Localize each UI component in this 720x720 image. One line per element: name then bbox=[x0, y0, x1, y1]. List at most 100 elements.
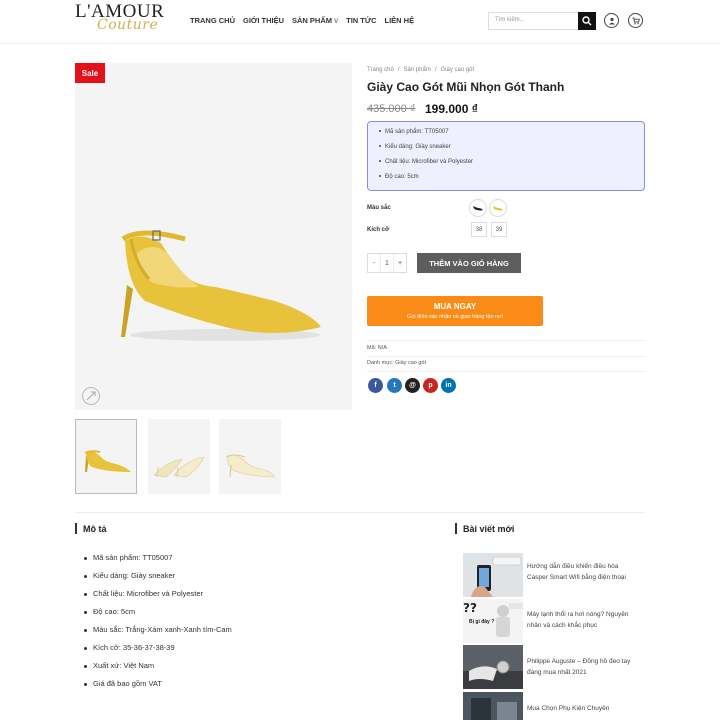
post-thumbnail-2[interactable]: ?? Bị gì đây ? bbox=[463, 599, 523, 643]
phone-aircon-image bbox=[463, 553, 523, 597]
cream-heel-thumb bbox=[153, 456, 205, 478]
product-category: Danh mục: Giày cao gót bbox=[367, 360, 427, 366]
chevron-down-icon: v bbox=[334, 19, 339, 25]
facebook-icon: f bbox=[374, 382, 377, 389]
share-email-button[interactable]: @ bbox=[405, 378, 420, 393]
spec-item: Mã sản phẩm: TT05007 bbox=[379, 129, 449, 135]
user-icon bbox=[608, 17, 615, 24]
product-thumbnail-2[interactable] bbox=[148, 419, 210, 494]
site-logo[interactable]: L'AMOUR Couture bbox=[75, 0, 175, 40]
linkedin-icon: in bbox=[445, 382, 452, 389]
nav-item-contact[interactable]: LIÊN HỆ bbox=[385, 16, 415, 25]
description-title: Mô tả bbox=[83, 524, 107, 534]
color-swatch-yellow[interactable] bbox=[489, 199, 507, 217]
share-twitter-button[interactable]: t bbox=[387, 378, 402, 393]
size-label: Kích cỡ bbox=[367, 227, 390, 233]
description-item: Giá đã bao gồm VAT bbox=[93, 679, 162, 688]
product-thumbnail-1[interactable] bbox=[75, 419, 137, 494]
yellow-heel-image bbox=[121, 230, 321, 341]
twitter-icon: t bbox=[393, 382, 396, 389]
yellow-heel-thumb bbox=[84, 450, 131, 472]
quantity-plus-button[interactable]: + bbox=[394, 254, 406, 272]
breadcrumb: Trang chủ / Sản phẩm / Giày cao gót bbox=[367, 67, 474, 73]
product-title: Giày Cao Gót Mũi Nhọn Gót Thanh bbox=[367, 80, 565, 94]
spec-item: Chất liệu: Microfiber và Polyester bbox=[379, 159, 473, 165]
product-main-image[interactable] bbox=[75, 63, 352, 410]
post-title-4[interactable]: Mua Chọn Phụ Kiện Chuyên bbox=[527, 703, 639, 714]
search-button[interactable] bbox=[578, 12, 596, 30]
color-swatch-black[interactable] bbox=[469, 199, 487, 217]
post-title-1[interactable]: Hướng dẫn điều khiển điều hòa Casper Sma… bbox=[527, 561, 639, 583]
product-sku: Mã: N/A bbox=[367, 345, 387, 351]
bullet bbox=[84, 575, 87, 578]
breadcrumb-home[interactable]: Trang chủ bbox=[367, 67, 394, 73]
breadcrumb-separator: / bbox=[397, 67, 400, 73]
search-icon bbox=[582, 16, 592, 26]
breadcrumb-separator: / bbox=[434, 67, 437, 73]
watch-image bbox=[463, 645, 523, 689]
divider bbox=[367, 340, 645, 341]
color-label: Màu sắc bbox=[367, 205, 391, 211]
breadcrumb-products[interactable]: Sản phẩm bbox=[403, 67, 430, 73]
product-spec-box: Mã sản phẩm: TT05007 Kiểu dáng: Giày sne… bbox=[367, 121, 645, 191]
product-thumbnail-3[interactable] bbox=[219, 419, 281, 494]
nav-item-about[interactable]: GIỚI THIỆU bbox=[243, 16, 284, 25]
cart-button[interactable] bbox=[628, 13, 643, 28]
quantity-minus-button[interactable]: - bbox=[368, 254, 380, 272]
description-item: Độ cao: 5cm bbox=[93, 607, 136, 616]
nav-item-home[interactable]: TRANG CHỦ bbox=[190, 16, 235, 25]
price-old: 435.000 ₫ bbox=[367, 103, 416, 115]
section-title-bar bbox=[75, 523, 77, 534]
description-item: Xuất xứ: Việt Nam bbox=[93, 661, 155, 670]
section-title-bar bbox=[455, 523, 457, 534]
yellow-shoe-swatch-icon bbox=[493, 206, 503, 211]
nav-item-news[interactable]: TIN TỨC bbox=[346, 16, 376, 25]
description-item: Mã sản phẩm: TT05007 bbox=[93, 553, 173, 562]
spec-item: Độ cao: 5cm bbox=[379, 174, 419, 180]
size-option-38[interactable]: 38 bbox=[471, 222, 487, 237]
sale-badge: Sale bbox=[75, 63, 105, 83]
cart-icon bbox=[632, 17, 640, 24]
pinterest-icon: p bbox=[428, 382, 433, 389]
logo-script-text: Couture bbox=[97, 17, 159, 33]
description-item: Kiểu dáng: Giày sneaker bbox=[93, 571, 176, 580]
breadcrumb-category[interactable]: Giày cao gót bbox=[441, 67, 475, 73]
post-title-3[interactable]: Philippe Auguste – Đồng hồ đeo tay đáng … bbox=[527, 656, 639, 678]
share-facebook-button[interactable]: f bbox=[368, 378, 383, 393]
description-item: Chất liệu: Microfiber và Polyester bbox=[93, 589, 204, 598]
bullet bbox=[84, 629, 87, 632]
description-item: Màu sắc: Trắng-Xám xanh-Xanh tím-Cam bbox=[93, 625, 232, 634]
post-thumbnail-3[interactable] bbox=[463, 645, 523, 689]
post-thumbnail-1[interactable] bbox=[463, 553, 523, 597]
site-header: L'AMOUR Couture TRANG CHỦ GIỚI THIỆU SẢN… bbox=[0, 0, 720, 44]
recent-posts-title: Bài viết mới bbox=[463, 524, 515, 534]
size-option-39[interactable]: 39 bbox=[491, 222, 507, 237]
bullet bbox=[84, 593, 87, 596]
price-new: 199.000 ₫ bbox=[425, 102, 478, 116]
post-title-2[interactable]: Máy lạnh thổi ra hơi nóng? Nguyên nhân v… bbox=[527, 609, 639, 631]
bullet bbox=[84, 611, 87, 614]
quantity-input[interactable]: 1 bbox=[380, 254, 394, 272]
bullet bbox=[84, 665, 87, 668]
buy-now-sublabel: Gọi điện xác nhận và giao hàng tận nơi bbox=[407, 314, 503, 320]
nav-item-products-label: SẢN PHẨM bbox=[291, 16, 332, 25]
zoom-button[interactable] bbox=[82, 387, 100, 405]
buy-now-label: MUA NGAY bbox=[433, 302, 477, 311]
divider bbox=[367, 356, 645, 357]
nav-item-products[interactable]: SẢN PHẨM v bbox=[292, 16, 338, 25]
post-thumbnail-4[interactable] bbox=[463, 692, 523, 720]
search-input[interactable]: Tìm kiếm... bbox=[488, 12, 579, 30]
share-pinterest-button[interactable]: p bbox=[423, 378, 438, 393]
add-to-cart-button[interactable]: THÊM VÀO GIỎ HÀNG bbox=[417, 253, 521, 273]
search-placeholder: Tìm kiếm... bbox=[495, 17, 525, 23]
bullet bbox=[84, 557, 87, 560]
account-button[interactable] bbox=[604, 13, 619, 28]
quantity-stepper: - 1 + bbox=[367, 253, 407, 273]
divider bbox=[367, 371, 645, 372]
buy-now-button[interactable]: MUA NGAY Gọi điện xác nhận và giao hàng … bbox=[367, 296, 543, 326]
zoom-icon bbox=[86, 391, 96, 401]
share-linkedin-button[interactable]: in bbox=[441, 378, 456, 393]
description-item: Kích cỡ: 35-36-37-38-39 bbox=[93, 643, 175, 652]
svg-text:??: ?? bbox=[463, 601, 477, 615]
main-nav: TRANG CHỦ GIỚI THIỆU SẢN PHẨM v TIN TỨC … bbox=[190, 16, 414, 25]
